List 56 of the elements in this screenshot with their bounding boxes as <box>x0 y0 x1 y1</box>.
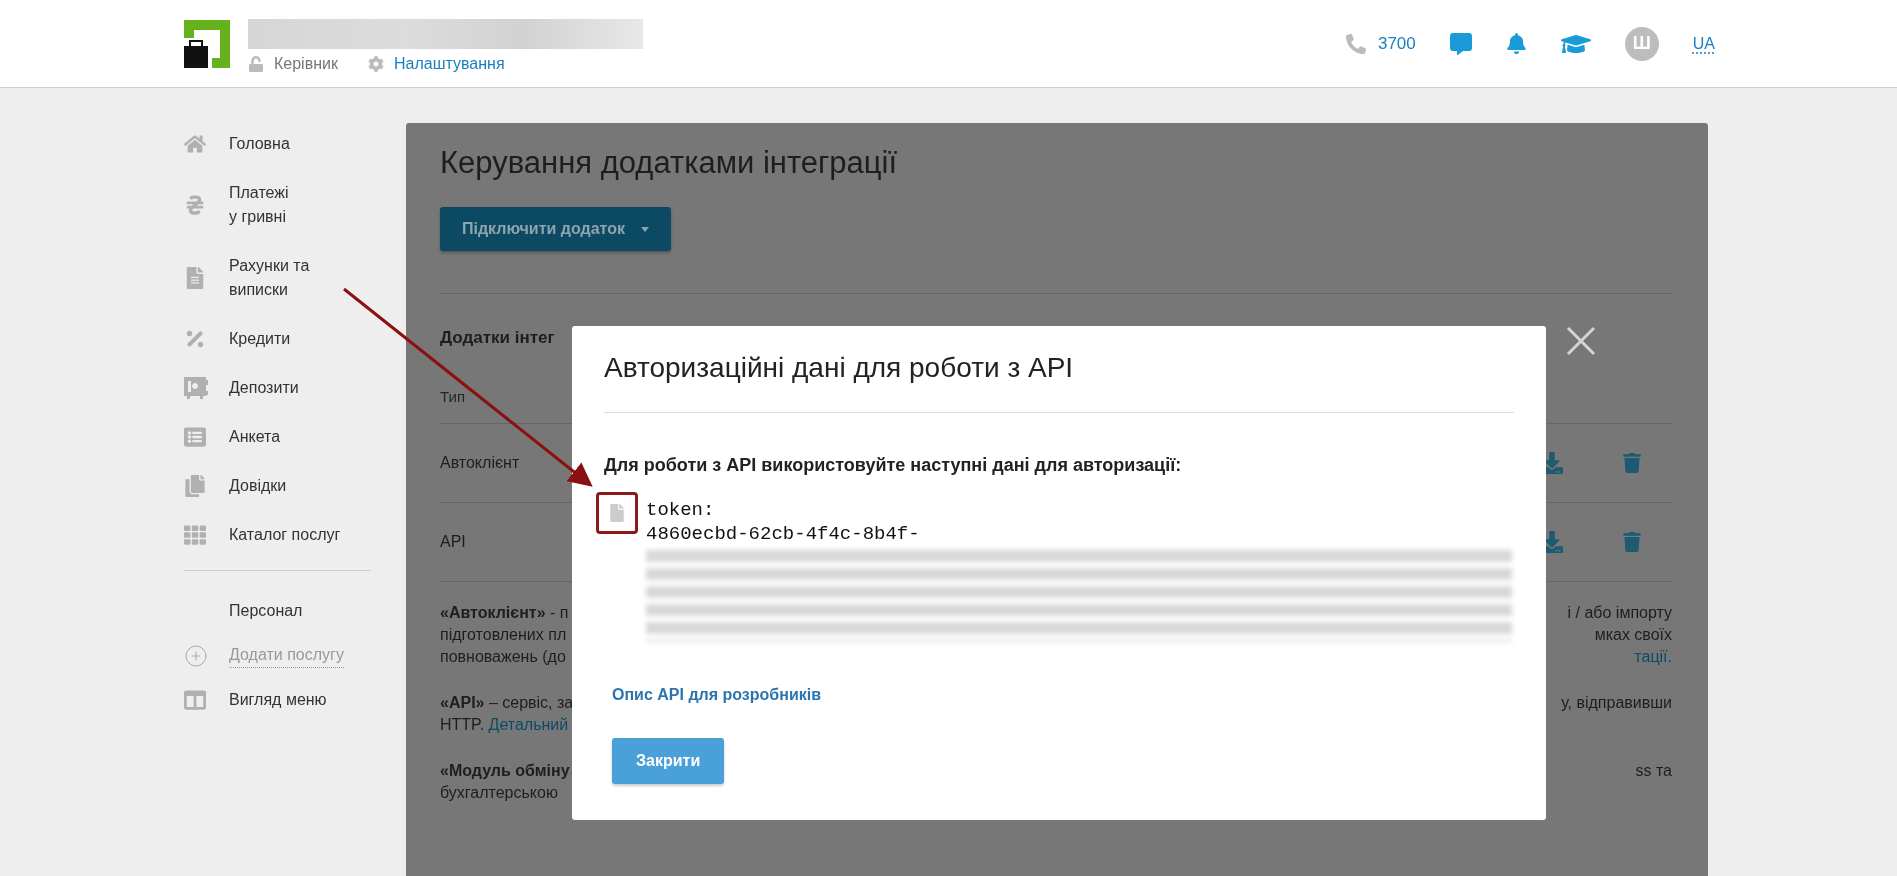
sidebar-item[interactable]: Головна <box>184 132 406 156</box>
unlock-icon <box>248 55 264 72</box>
sidebar-item[interactable]: Довідки <box>184 474 406 498</box>
chat-icon[interactable] <box>1449 32 1472 55</box>
sidebar-item[interactable]: Депозити <box>184 376 406 400</box>
language-switch[interactable]: UA <box>1692 34 1715 53</box>
paragraph-text: ss та <box>1635 761 1672 781</box>
dialog-title: Авторизаційні дані для роботи з API <box>604 348 1514 413</box>
paragraph-text: бухгалтерською <box>440 783 558 803</box>
settings-icon <box>367 55 384 72</box>
token-label: token: <box>646 498 716 522</box>
hryvnia-icon <box>184 194 206 216</box>
home-icon <box>184 133 206 155</box>
notifications-icon[interactable] <box>1505 33 1527 54</box>
phone-number[interactable]: 3700 <box>1377 33 1416 54</box>
staff-label[interactable]: Персонал <box>229 599 406 623</box>
paragraph-text: «Автоклієнт» - п <box>440 603 569 623</box>
api-docs-link[interactable]: Опис API для розробників <box>612 686 821 704</box>
phone-icon <box>1345 33 1366 54</box>
logo <box>184 19 230 68</box>
sidebar-item[interactable]: Платежі у гривні <box>184 181 406 229</box>
documents-icon <box>184 475 206 497</box>
sidebar-item[interactable]: Анкета <box>184 425 406 449</box>
instruction-text: Для роботи з API використовуйте наступні дані для авторизації: <box>604 455 1183 476</box>
paragraph-text: підготовлених пл <box>440 625 567 645</box>
safe-icon <box>184 377 208 399</box>
connect-app-button[interactable]: Підключити додаток <box>440 207 671 251</box>
column-header: Тип <box>440 388 466 405</box>
section-title: Додатки інтег <box>440 328 555 348</box>
grid-icon <box>184 524 206 546</box>
paragraph-text: «Модуль обміну <box>440 761 570 781</box>
sidebar-item[interactable]: Кредити <box>184 327 406 351</box>
table-cell: API <box>440 533 466 551</box>
delete-icon[interactable] <box>1622 532 1642 552</box>
paragraph-text: повноважень (до <box>440 647 566 667</box>
role-label: Керівник <box>274 54 338 73</box>
paragraph-text: HTTP. Детальний <box>440 715 569 735</box>
settings-link[interactable]: Налаштування <box>393 54 505 73</box>
percent-icon <box>184 328 206 350</box>
paragraph-text: «API» – сервіс, за <box>440 693 574 713</box>
paragraph-text: мках своїх <box>1594 625 1672 645</box>
sidebar-item[interactable]: Каталог послуг <box>184 523 406 547</box>
copy-icon[interactable] <box>608 504 626 522</box>
delete-icon[interactable] <box>1622 453 1642 473</box>
paragraph-text: і / або імпорту <box>1567 603 1672 623</box>
sidebar-item[interactable]: Рахунки та виписки <box>184 254 406 302</box>
document-icon <box>184 267 206 289</box>
columns-icon <box>184 689 206 711</box>
list-icon <box>184 426 206 448</box>
page-title: Керування додатками інтеграції <box>440 144 899 182</box>
table-cell: Автоклієнт <box>440 454 520 472</box>
add-icon <box>184 643 208 668</box>
close-icon[interactable] <box>1565 325 1597 357</box>
menu-view-item[interactable]: Вигляд меню <box>184 688 406 712</box>
paragraph-text: у, відправивши <box>1561 693 1672 713</box>
token-value: 4860ecbd-62cb-4f4c-8b4f- <box>646 522 921 546</box>
